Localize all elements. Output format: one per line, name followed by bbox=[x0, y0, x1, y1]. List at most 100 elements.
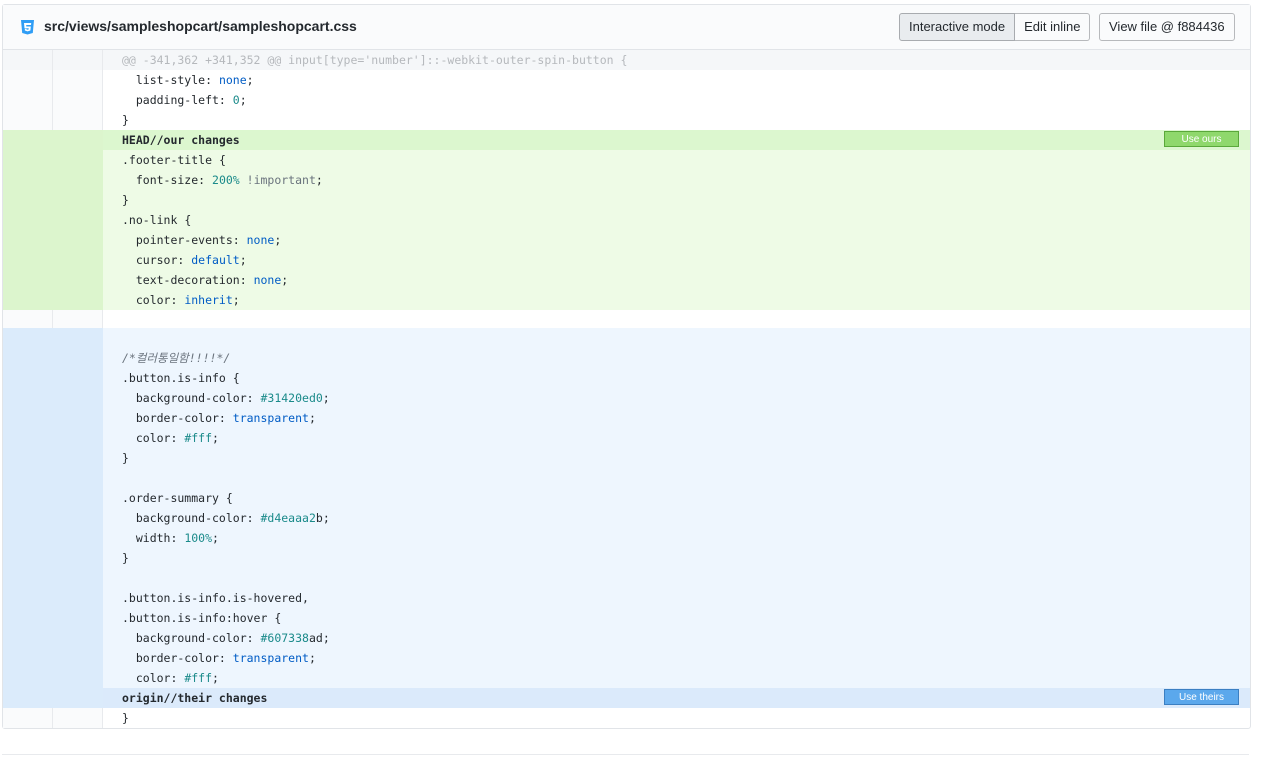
css-selector: .button.is-info.is-hovered, bbox=[122, 591, 309, 605]
css-value: transparent bbox=[232, 411, 309, 425]
code-line: font-size: 200% !important; bbox=[103, 170, 1250, 190]
semicolon: ; bbox=[308, 411, 316, 425]
code-line: .button.is-info:hover { bbox=[103, 608, 1250, 628]
pseudo-class: :hover { bbox=[225, 611, 282, 625]
diff-body: @@ -341,362 +341,352 @@ input[type='numb… bbox=[3, 50, 1250, 728]
css-property: text-decoration: bbox=[122, 273, 254, 287]
line-number-old bbox=[3, 250, 53, 270]
css-selector: .button.is-info bbox=[122, 611, 226, 625]
edit-inline-button[interactable]: Edit inline bbox=[1015, 13, 1091, 41]
css-property: background-color: bbox=[122, 391, 261, 405]
ours-row: .no-link { bbox=[3, 210, 1250, 230]
css-value: #fff bbox=[184, 431, 213, 445]
brace: { bbox=[225, 371, 240, 385]
theirs-row bbox=[3, 568, 1250, 588]
line-number-new bbox=[53, 170, 103, 190]
line-number-new bbox=[53, 210, 103, 230]
semicolon: ; bbox=[322, 511, 330, 525]
semicolon: ; bbox=[281, 273, 289, 287]
line-number-new bbox=[53, 50, 103, 70]
line-number-old bbox=[3, 668, 53, 688]
brace: { bbox=[177, 213, 192, 227]
ours-row: font-size: 200% !important; bbox=[3, 170, 1250, 190]
ours-header-row: HEAD//our changes Use ours bbox=[3, 130, 1250, 150]
theirs-row: background-color: #31420ed0; bbox=[3, 388, 1250, 408]
code-line: border-color: transparent; bbox=[103, 648, 1250, 668]
css-value: none bbox=[246, 233, 275, 247]
hunk-header-row: @@ -341,362 +341,352 @@ input[type='numb… bbox=[3, 50, 1250, 70]
line-number-new bbox=[53, 348, 103, 368]
line-number-old bbox=[3, 368, 53, 388]
use-ours-button[interactable]: Use ours bbox=[1164, 131, 1239, 147]
line-number-new bbox=[53, 310, 103, 328]
code-line: } bbox=[122, 193, 129, 207]
line-number-old bbox=[3, 648, 53, 668]
line-number-old bbox=[3, 270, 53, 290]
code-line: } bbox=[122, 113, 129, 127]
line-number-old bbox=[3, 70, 53, 90]
css-property: pointer-events: bbox=[122, 233, 247, 247]
code-line: background-color: #31420ed0; bbox=[103, 388, 1250, 408]
hunk-header: @@ -341,362 +341,352 @@ input[type='numb… bbox=[103, 50, 1250, 70]
code-line: .footer-title { bbox=[103, 150, 1250, 170]
divider bbox=[2, 754, 1249, 755]
use-theirs-button[interactable]: Use theirs bbox=[1164, 689, 1239, 705]
code-line: .order-summary { bbox=[103, 488, 1250, 508]
line-number-old bbox=[3, 708, 53, 728]
line-number-old bbox=[3, 528, 53, 548]
line-number-old bbox=[3, 190, 53, 210]
line-number-new bbox=[53, 488, 103, 508]
line-number-new bbox=[53, 190, 103, 210]
css-property: border-color: bbox=[122, 651, 233, 665]
code-line: border-color: transparent; bbox=[103, 408, 1250, 428]
theirs-row bbox=[3, 468, 1250, 488]
semicolon: ; bbox=[212, 671, 219, 685]
line-number-new bbox=[53, 388, 103, 408]
line-number-old bbox=[3, 110, 53, 130]
css-selector: .no-link bbox=[122, 213, 178, 227]
css-property: border-color: bbox=[122, 411, 233, 425]
line-number-new bbox=[53, 150, 103, 170]
file-path[interactable]: src/views/sampleshopcart/sampleshopcart.… bbox=[44, 18, 357, 34]
theirs-row: .button.is-info.is-hovered, bbox=[3, 588, 1250, 608]
theirs-row: color: #fff; bbox=[3, 668, 1250, 688]
theirs-row: .button.is-info { bbox=[3, 368, 1250, 388]
interactive-mode-button[interactable]: Interactive mode bbox=[899, 13, 1016, 41]
css-value: 200% bbox=[212, 173, 240, 187]
semicolon: ; bbox=[322, 631, 330, 645]
line-number-old bbox=[3, 130, 53, 150]
important-flag: !important bbox=[239, 173, 316, 187]
view-file-button[interactable]: View file @ f884436 bbox=[1099, 13, 1235, 41]
line-number-new bbox=[53, 588, 103, 608]
css-selector: .footer-title bbox=[122, 153, 213, 167]
code-line: padding-left: 0; bbox=[103, 90, 1250, 110]
semicolon: ; bbox=[274, 233, 282, 247]
line-number-old bbox=[3, 548, 53, 568]
line-number-new bbox=[53, 70, 103, 90]
line-number-new bbox=[53, 428, 103, 448]
line-number-old bbox=[3, 408, 53, 428]
ours-header: HEAD//our changes bbox=[122, 133, 240, 147]
brace: { bbox=[218, 491, 233, 505]
line-number-old bbox=[3, 468, 53, 488]
line-number-new bbox=[53, 548, 103, 568]
line-number-old bbox=[3, 290, 53, 310]
context-row: } bbox=[3, 110, 1250, 130]
css-value: none bbox=[218, 73, 247, 87]
theirs-row: color: #fff; bbox=[3, 428, 1250, 448]
css-value: default bbox=[191, 253, 240, 267]
semicolon: ; bbox=[322, 391, 330, 405]
css-value: #d4eaaa2 bbox=[260, 511, 316, 525]
ours-row: pointer-events: none; bbox=[3, 230, 1250, 250]
line-number-old bbox=[3, 90, 53, 110]
code-line: pointer-events: none; bbox=[103, 230, 1250, 250]
theirs-row bbox=[3, 328, 1250, 348]
brace: { bbox=[212, 153, 226, 167]
theirs-row: width: 100%; bbox=[3, 528, 1250, 548]
line-number-new bbox=[53, 90, 103, 110]
css-value: transparent bbox=[232, 651, 309, 665]
theirs-row: .order-summary { bbox=[3, 488, 1250, 508]
css-value: #607338 bbox=[260, 631, 309, 645]
line-number-new bbox=[53, 230, 103, 250]
